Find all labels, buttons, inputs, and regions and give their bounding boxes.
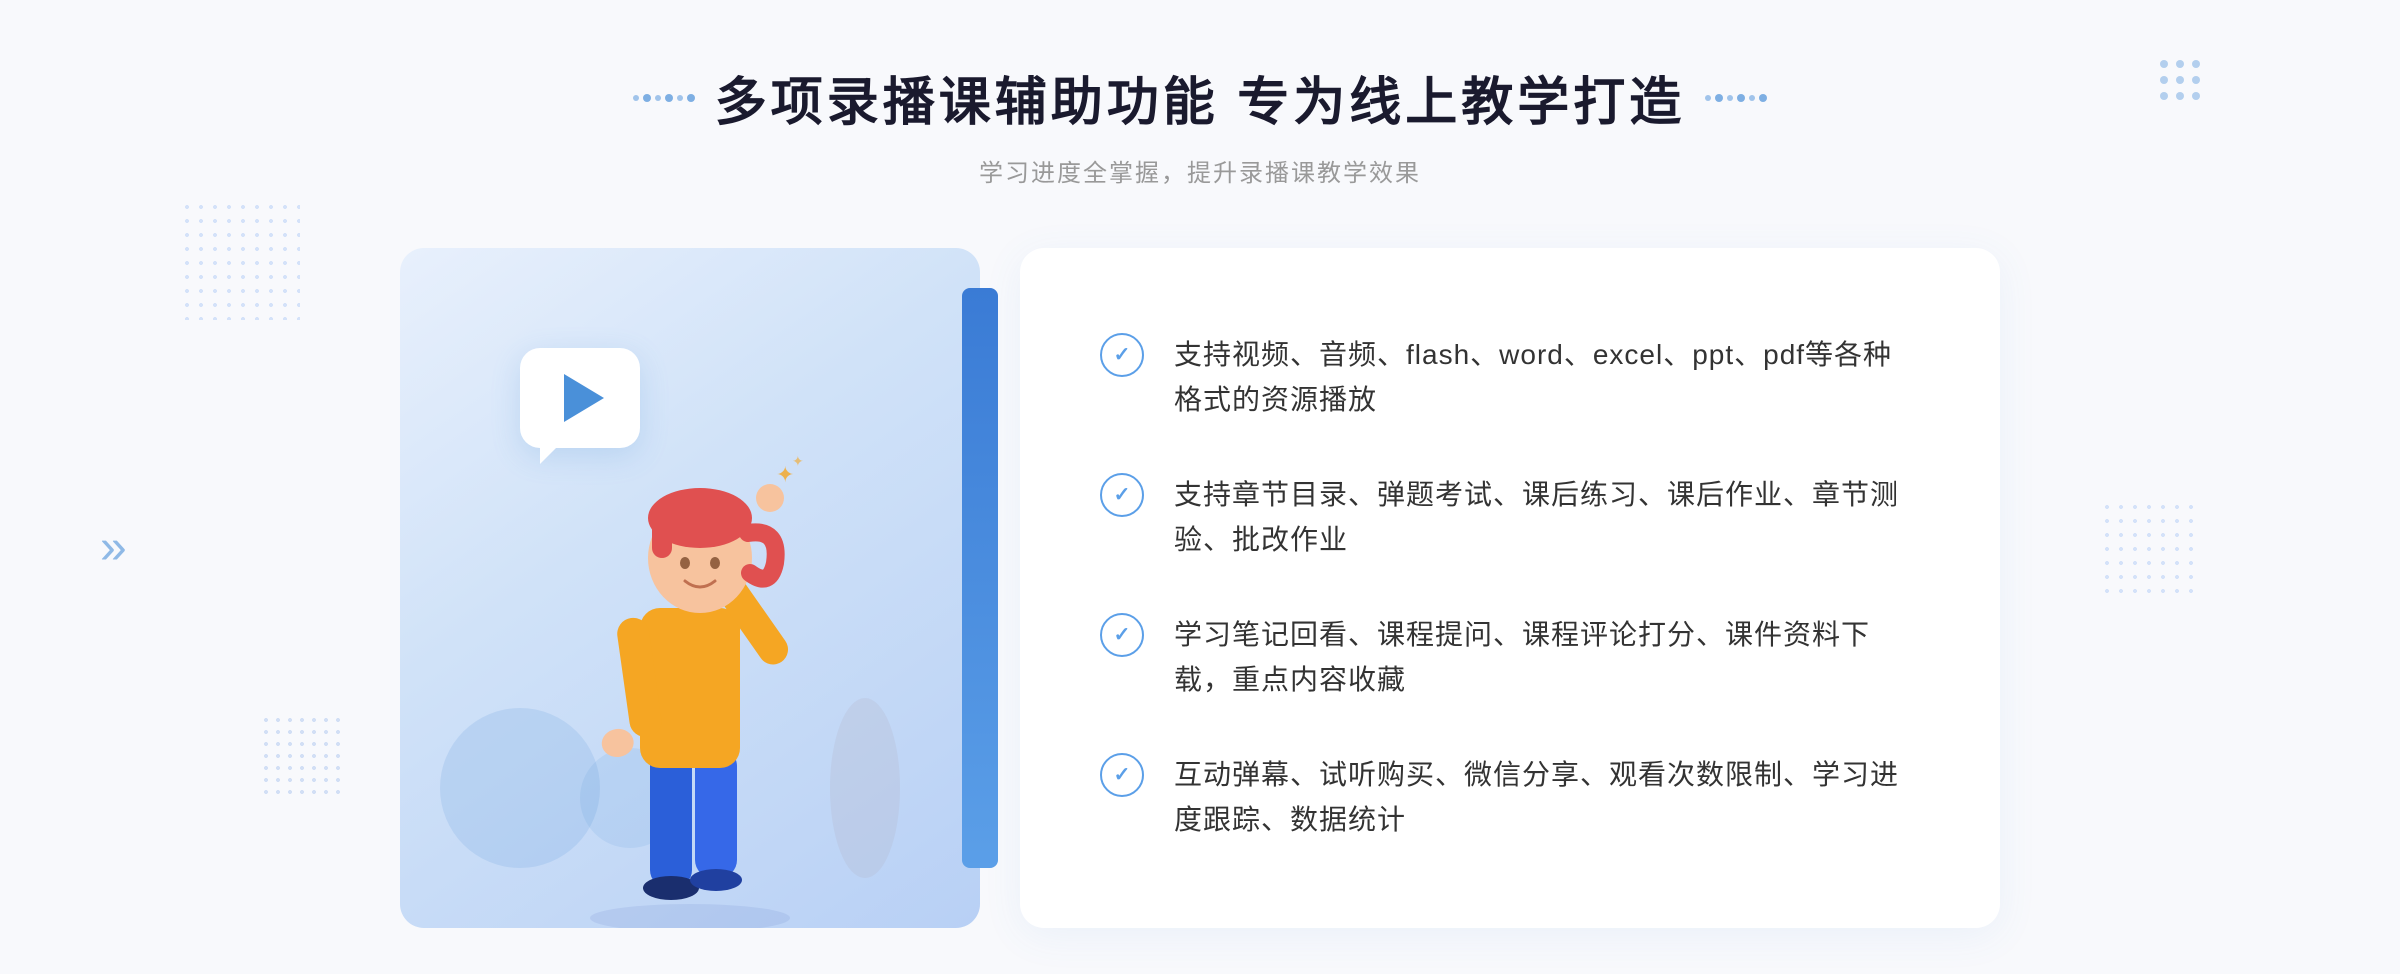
check-icon-2: ✓ xyxy=(1100,473,1144,517)
illustration-card: ✦ ✦ xyxy=(400,248,980,928)
header-decorators: 多项录播课辅助功能 专为线上教学打造 xyxy=(633,60,1767,135)
check-icon-1: ✓ xyxy=(1100,333,1144,377)
content-area: ✦ ✦ ✓ 支持视频、音频、flash、word、excel、ppt、pdf等各… xyxy=(400,248,2000,928)
feature-text-2: 支持章节目录、弹题考试、课后练习、课后作业、章节测验、批改作业 xyxy=(1174,473,1920,563)
feature-text-3: 学习笔记回看、课程提问、课程评论打分、课件资料下载，重点内容收藏 xyxy=(1174,613,1920,703)
feature-text-4: 互动弹幕、试听购买、微信分享、观看次数限制、学习进度跟踪、数据统计 xyxy=(1174,753,1920,843)
decorative-grid-top-right xyxy=(2160,60,2200,100)
blue-accent-bar xyxy=(962,288,998,868)
svg-text:✦: ✦ xyxy=(792,453,804,469)
header-section: 多项录播课辅助功能 专为线上教学打造 学习进度全掌握，提升录播课教学效果 xyxy=(633,60,1767,188)
right-decorator-dots xyxy=(1705,94,1767,102)
feature-text-1: 支持视频、音频、flash、word、excel、ppt、pdf等各种格式的资源… xyxy=(1174,333,1920,423)
decorative-dots-left xyxy=(180,200,300,320)
feature-item-4: ✓ 互动弹幕、试听购买、微信分享、观看次数限制、学习进度跟踪、数据统计 xyxy=(1100,733,1920,863)
decorative-dots-bottom-left xyxy=(260,714,340,794)
feature-item-2: ✓ 支持章节目录、弹题考试、课后练习、课后作业、章节测验、批改作业 xyxy=(1100,453,1920,583)
decorative-dots-right xyxy=(2100,500,2200,600)
page-container: » 多项录播课辅助功能 专为线上教学打造 xyxy=(0,0,2400,974)
check-icon-3: ✓ xyxy=(1100,613,1144,657)
figure-illustration: ✦ ✦ xyxy=(520,388,860,928)
feature-item-3: ✓ 学习笔记回看、课程提问、课程评论打分、课件资料下载，重点内容收藏 xyxy=(1100,593,1920,723)
main-title: 多项录播课辅助功能 专为线上教学打造 xyxy=(715,60,1685,135)
chevron-left-icon: » xyxy=(100,520,127,575)
sub-title: 学习进度全掌握，提升录播课教学效果 xyxy=(633,153,1767,188)
features-card: ✓ 支持视频、音频、flash、word、excel、ppt、pdf等各种格式的… xyxy=(1020,248,2000,928)
check-icon-4: ✓ xyxy=(1100,753,1144,797)
feature-item-1: ✓ 支持视频、音频、flash、word、excel、ppt、pdf等各种格式的… xyxy=(1100,313,1920,443)
left-decorator-dots xyxy=(633,94,695,102)
